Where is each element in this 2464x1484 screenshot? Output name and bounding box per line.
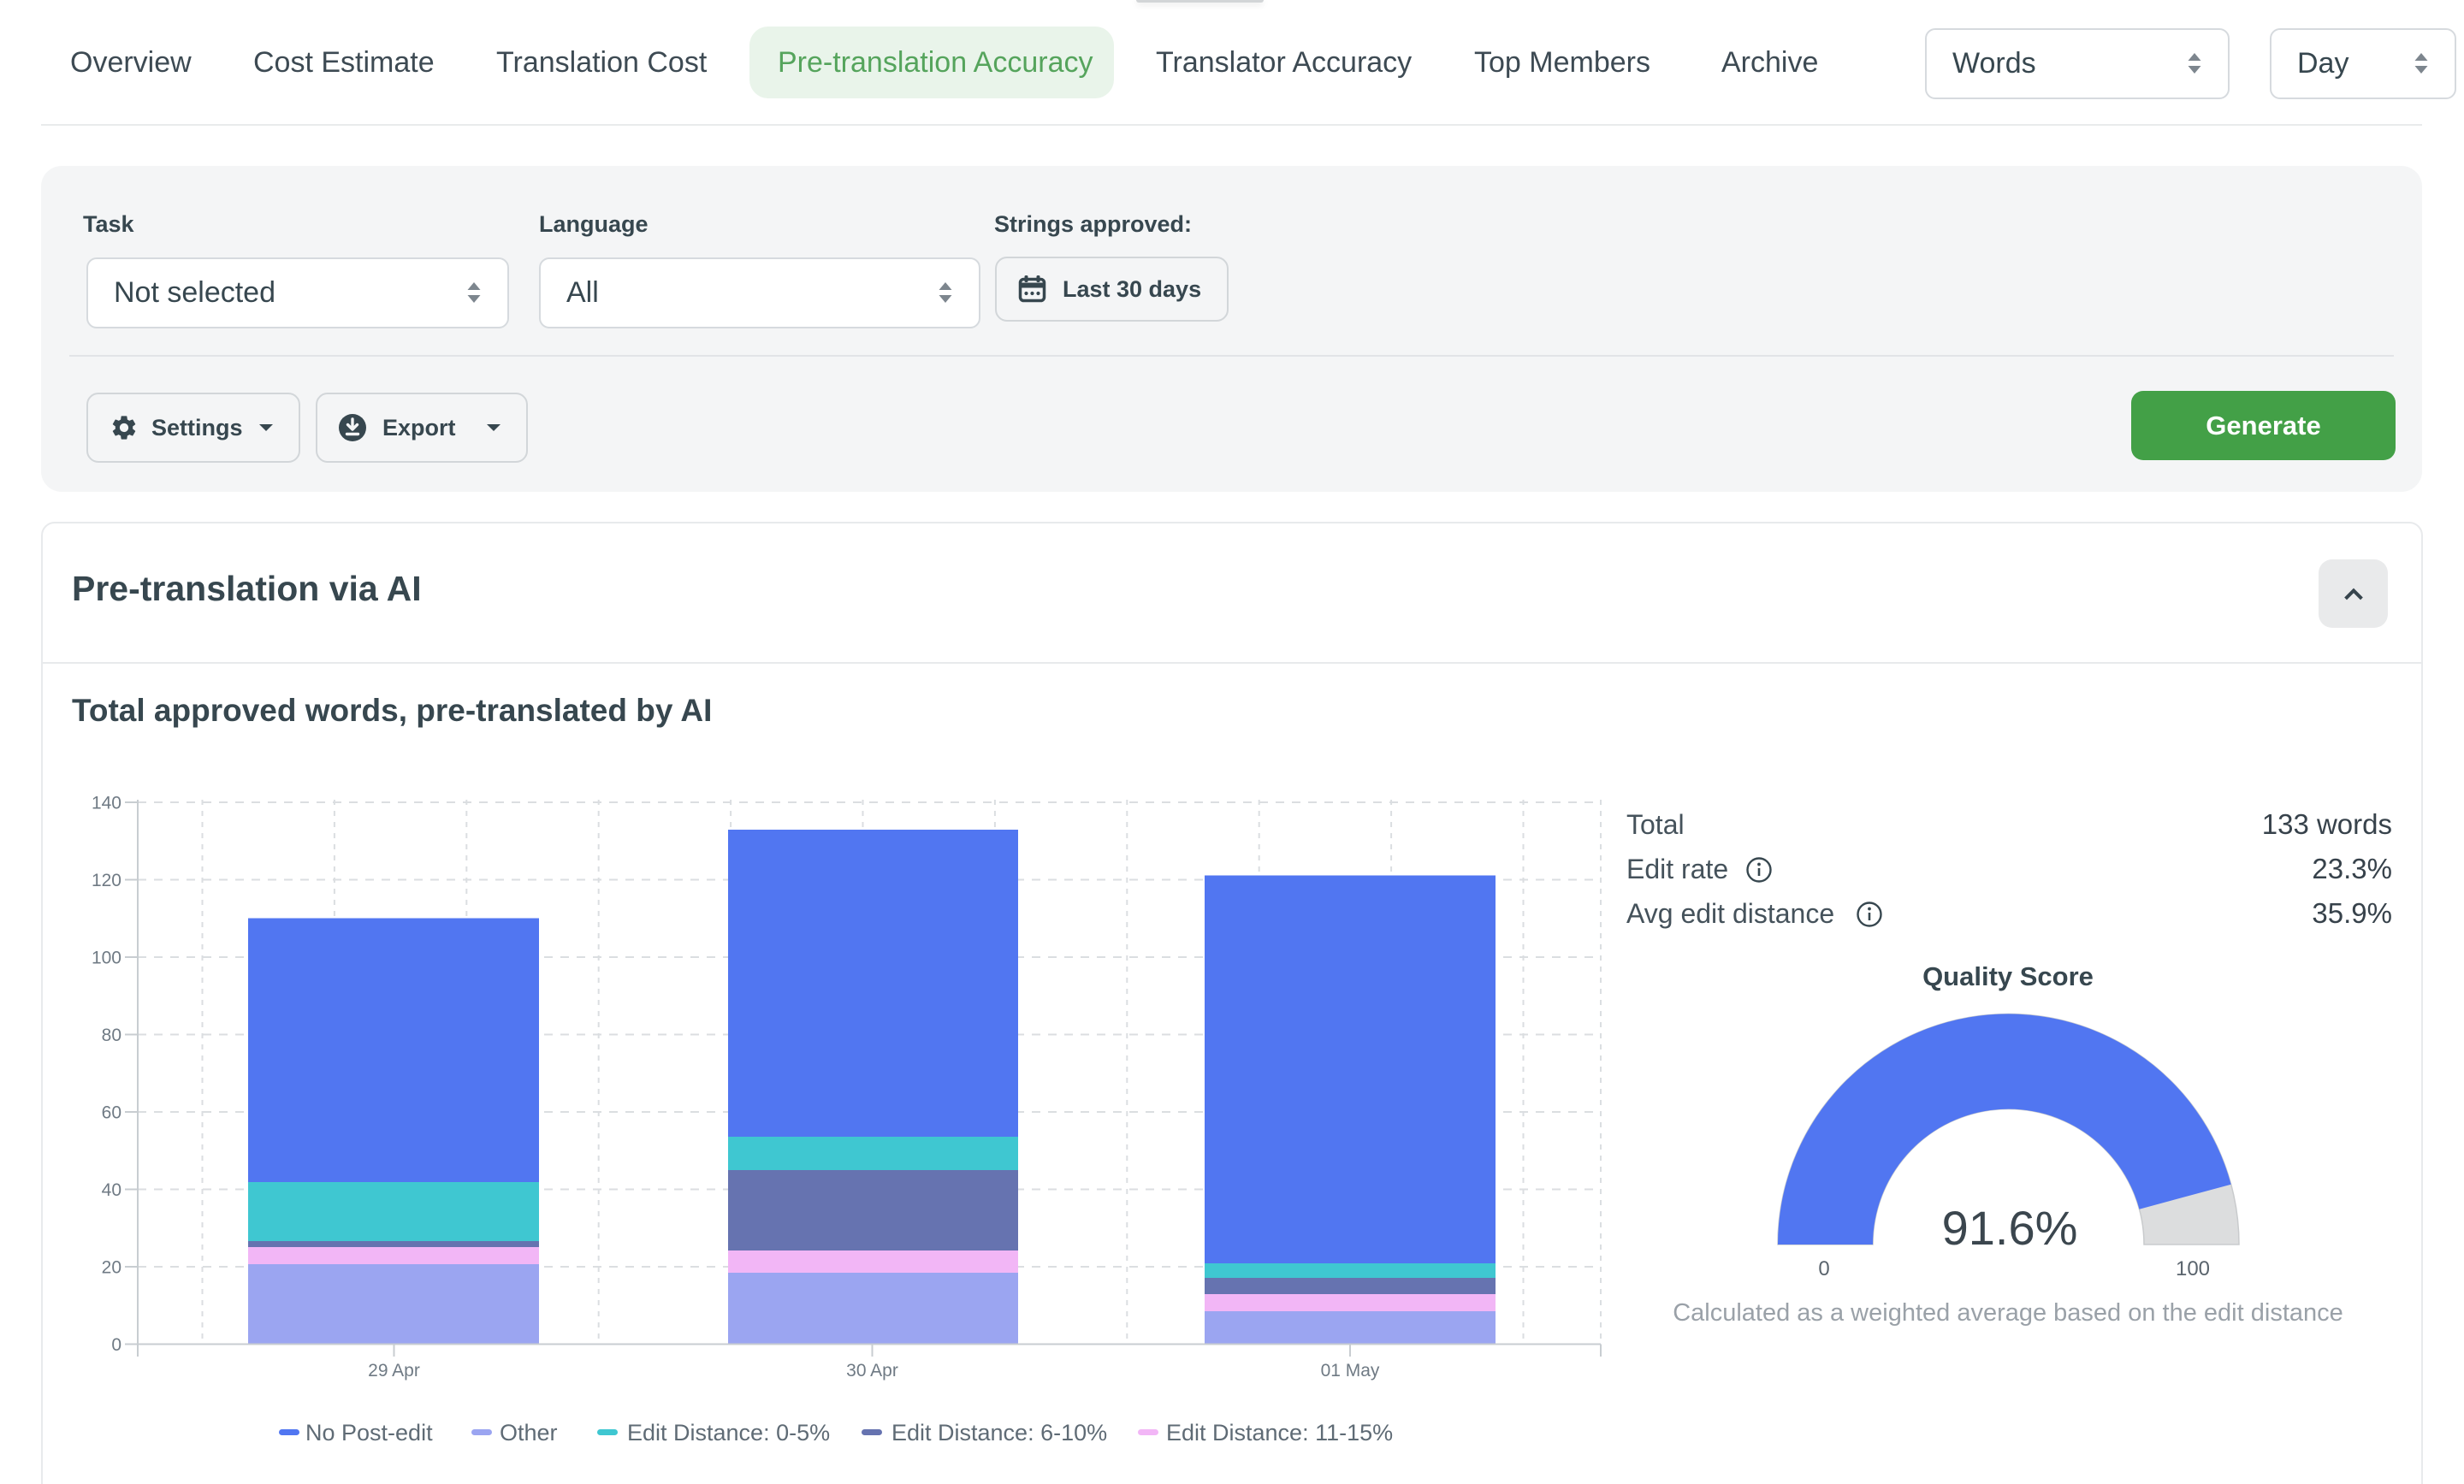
svg-text:140: 140: [92, 794, 121, 813]
svg-text:Edit Distance: 6-10%: Edit Distance: 6-10%: [891, 1420, 1107, 1446]
svg-text:Quality Score: Quality Score: [1922, 961, 2094, 991]
svg-text:No Post-edit: No Post-edit: [305, 1420, 433, 1446]
svg-text:100: 100: [92, 949, 121, 968]
svg-text:23.3%: 23.3%: [2312, 853, 2392, 884]
svg-text:Edit rate: Edit rate: [1626, 854, 1728, 884]
svg-text:Other: Other: [500, 1420, 558, 1446]
svg-text:01 May: 01 May: [1321, 1361, 1380, 1381]
svg-text:120: 120: [92, 871, 121, 890]
svg-text:Avg edit distance: Avg edit distance: [1626, 898, 1834, 929]
svg-text:91.6%: 91.6%: [1942, 1201, 2078, 1255]
svg-text:0: 0: [111, 1335, 121, 1355]
svg-text:40: 40: [102, 1180, 121, 1200]
svg-text:35.9%: 35.9%: [2312, 897, 2392, 929]
svg-text:60: 60: [102, 1103, 121, 1123]
svg-text:Calculated as a weighted avera: Calculated as a weighted average based o…: [1673, 1299, 2343, 1327]
svg-text:Edit Distance: 0-5%: Edit Distance: 0-5%: [627, 1420, 830, 1446]
svg-text:133 words: 133 words: [2262, 808, 2392, 840]
svg-text:30 Apr: 30 Apr: [846, 1361, 898, 1381]
svg-text:100: 100: [2176, 1257, 2210, 1280]
svg-text:0: 0: [1818, 1257, 1829, 1280]
svg-text:Edit Distance: 11-15%: Edit Distance: 11-15%: [1166, 1420, 1393, 1446]
svg-text:80: 80: [102, 1026, 121, 1045]
svg-text:29 Apr: 29 Apr: [368, 1361, 420, 1381]
svg-text:20: 20: [102, 1258, 121, 1278]
svg-text:Total: Total: [1626, 809, 1685, 840]
